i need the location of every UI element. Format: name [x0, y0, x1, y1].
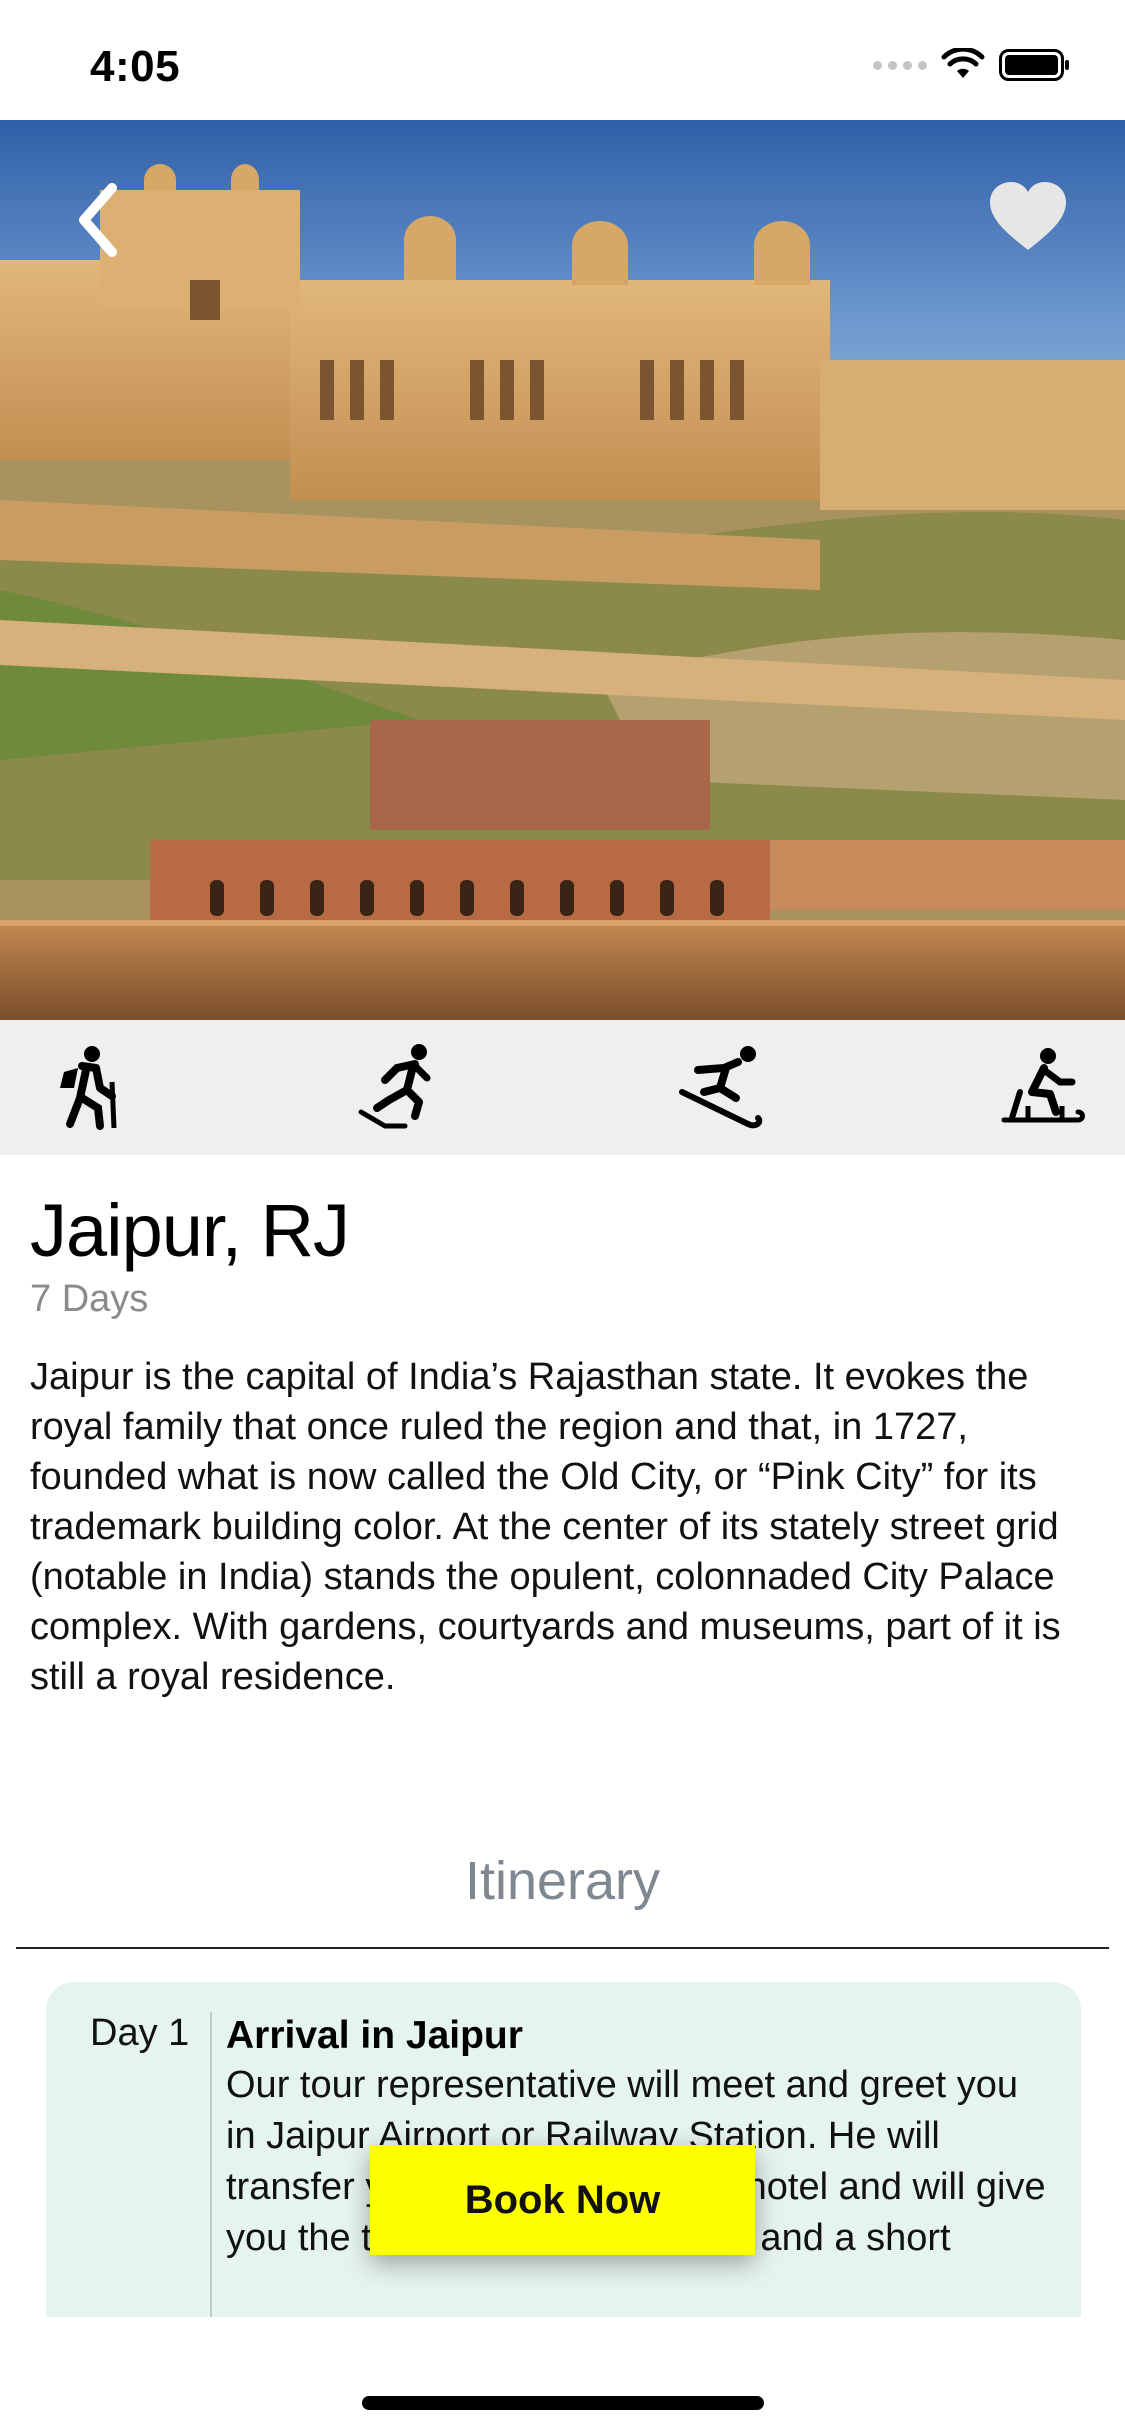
wifi-icon: [941, 48, 985, 78]
destination-description: Jaipur is the capital of India’s Rajasth…: [30, 1356, 1061, 1698]
book-now-button[interactable]: Book Now: [370, 2145, 755, 2255]
battery-icon: [999, 49, 1069, 81]
fort-illustration: [0, 120, 1125, 1020]
day-title: Arrival in Jaipur: [226, 2014, 523, 2057]
destination-title: Jaipur, RJ: [30, 1189, 350, 1272]
hiking-icon[interactable]: [42, 1042, 132, 1132]
heart-icon[interactable]: [988, 180, 1068, 252]
bottom-area: [0, 2317, 1125, 2436]
back-chevron-icon[interactable]: [70, 180, 130, 260]
home-indicator[interactable]: [362, 2396, 764, 2410]
sledding-icon[interactable]: [998, 1042, 1088, 1132]
snowboarding-icon[interactable]: [678, 1042, 768, 1132]
skating-icon[interactable]: [355, 1042, 445, 1132]
activity-strip: [0, 1020, 1125, 1155]
day-label: Day 1: [90, 2012, 190, 2054]
day-separator: [210, 2012, 212, 2317]
trip-duration: 7 Days: [30, 1278, 149, 1320]
section-divider: [16, 1947, 1109, 1949]
status-bar: 4:05: [0, 0, 1125, 120]
status-icons: [873, 48, 1071, 82]
cellular-signal-icon: [873, 60, 927, 70]
itinerary-heading: Itinerary: [464, 1851, 661, 1911]
status-time: 4:05: [90, 42, 181, 91]
hero-image: [0, 120, 1125, 1020]
